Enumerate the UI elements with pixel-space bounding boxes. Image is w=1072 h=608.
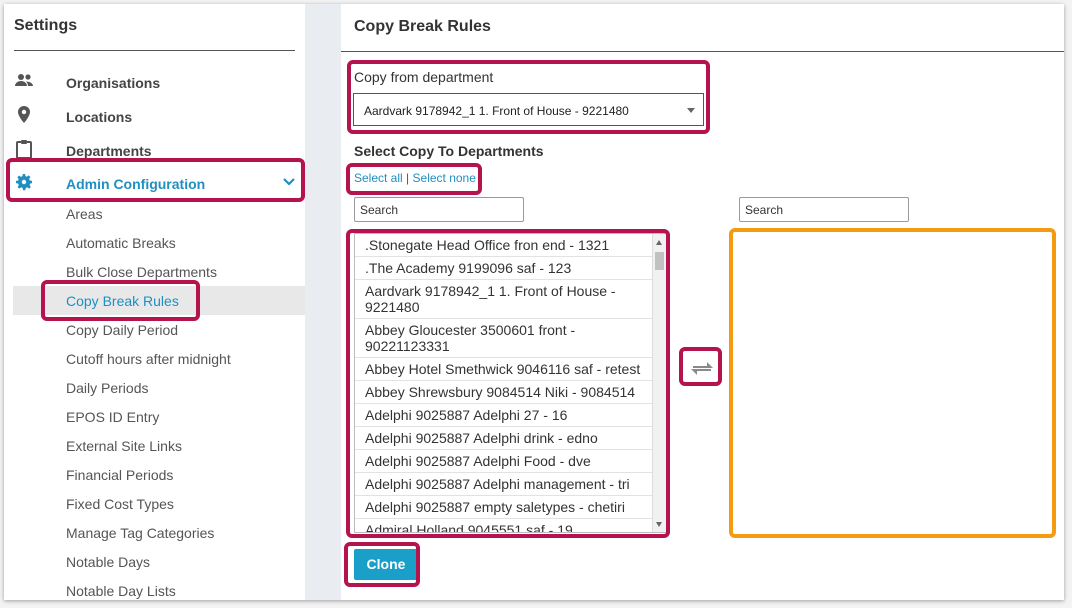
sidebar-subitem-label: EPOS ID Entry [66,409,160,425]
sidebar-title: Settings [14,17,78,34]
scroll-up-arrow-icon[interactable] [656,240,662,245]
sidebar-subitem-label: Notable Day Lists [66,583,176,599]
scroll-down-arrow-icon[interactable] [656,522,662,527]
list-item[interactable]: Adelphi 9025887 Adelphi management - tri [355,473,652,496]
list-item[interactable]: .The Academy 9199096 saf - 123 [355,257,652,280]
source-search-input[interactable] [355,198,523,221]
sidebar-subitem-cutoff-hours[interactable]: Cutoff hours after midnight [13,344,305,373]
sidebar-subitem-label: External Site Links [66,438,182,454]
target-search-field[interactable] [739,197,909,222]
gear-icon [16,174,32,191]
page-title: Copy Break Rules [354,18,491,35]
sidebar-item-label: Departments [66,143,152,159]
sidebar-subitem-daily-periods[interactable]: Daily Periods [13,373,305,402]
list-scrollbar[interactable] [652,234,666,532]
list-item[interactable]: Abbey Gloucester 3500601 front - 9022112… [355,319,652,358]
list-item[interactable]: Admiral Holland 9045551 saf - 19 [355,519,652,532]
divider [341,51,1064,52]
list-item[interactable]: Adelphi 9025887 Adelphi Food - dve [355,450,652,473]
sidebar-subitem-epos-id-entry[interactable]: EPOS ID Entry [13,402,305,431]
sidebar-subitem-label: Notable Days [66,554,151,570]
select-none-link[interactable]: Select none [413,171,476,185]
sidebar-subitem-label: Copy Daily Period [66,322,179,338]
sidebar-subitem-label: Areas [66,206,103,222]
clipboard-icon [16,140,32,159]
sidebar-item-label: Admin Configuration [66,176,206,192]
list-item[interactable]: Adelphi 9025887 Adelphi 27 - 16 [355,404,652,427]
sidebar-subitem-label: Financial Periods [66,467,174,483]
sidebar-item-departments[interactable]: Departments [4,135,305,165]
sidebar-subitem-label: Fixed Cost Types [66,496,174,512]
link-separator: | [406,171,410,185]
divider [14,50,295,51]
swap-arrows-icon [691,362,713,375]
list-item[interactable]: Abbey Shrewsbury 9084514 Niki - 9084514 [355,381,652,404]
scroll-thumb[interactable] [655,252,664,270]
sidebar-subitem-label: Automatic Breaks [66,235,176,251]
sidebar-item-label: Organisations [66,75,161,91]
sidebar-subitem-manage-tag-categories[interactable]: Manage Tag Categories [13,518,305,547]
copy-from-department-select[interactable]: Aardvark 9178942_1 1. Front of House - 9… [353,93,704,126]
sidebar-subitem-automatic-breaks[interactable]: Automatic Breaks [13,228,305,257]
list-item[interactable]: Adelphi 9025887 empty saletypes - chetir… [355,496,652,519]
sidebar-gutter [305,4,341,600]
main-content: Copy Break Rules Copy from department Aa… [341,4,1064,600]
list-content: .Stonegate Head Office fron end - 1321 .… [355,234,652,532]
select-links: Select all | Select none [354,171,476,185]
sidebar-subitem-label: Bulk Close Departments [66,264,217,280]
sidebar-subitem-notable-day-lists[interactable]: Notable Day Lists [13,576,305,600]
source-department-list[interactable]: .Stonegate Head Office fron end - 1321 .… [354,233,667,533]
sidebar-subitem-areas[interactable]: Areas [13,199,305,228]
list-item[interactable]: Abbey Hotel Smethwick 9046116 saf - rete… [355,358,652,381]
sidebar-item-admin-configuration[interactable]: Admin Configuration [4,168,305,198]
app-window: Settings Organisations Locations Departm… [4,4,1064,600]
copy-to-label: Select Copy To Departments [354,143,544,159]
sidebar-subitem-financial-periods[interactable]: Financial Periods [13,460,305,489]
sidebar-subitem-notable-days[interactable]: Notable Days [13,547,305,576]
select-all-link[interactable]: Select all [354,171,403,185]
chevron-down-icon[interactable] [281,174,297,190]
copy-from-label: Copy from department [354,69,494,85]
sidebar-item-label: Locations [66,109,133,125]
list-item[interactable]: Aardvark 9178942_1 1. Front of House - 9… [355,280,652,319]
people-icon [15,74,33,86]
sidebar-subitem-label: Daily Periods [66,380,149,396]
sidebar-subitem-external-site-links[interactable]: External Site Links [13,431,305,460]
target-department-list[interactable] [738,234,1056,534]
map-pin-icon [18,106,30,123]
select-value: Aardvark 9178942_1 1. Front of House - 9… [364,104,629,118]
list-item[interactable]: .Stonegate Head Office fron end - 1321 [355,234,652,257]
sidebar-subitem-fixed-cost-types[interactable]: Fixed Cost Types [13,489,305,518]
sidebar-item-organisations[interactable]: Organisations [4,67,305,97]
sidebar-subitem-copy-daily-period[interactable]: Copy Daily Period [13,315,305,344]
sidebar-subitem-copy-break-rules[interactable]: Copy Break Rules [13,286,305,315]
target-search-input[interactable] [740,198,908,221]
transfer-button[interactable] [685,355,719,383]
sidebar-item-locations[interactable]: Locations [4,101,305,131]
caret-down-icon [687,108,695,113]
sidebar: Settings Organisations Locations Departm… [4,4,305,600]
sidebar-subitem-label: Cutoff hours after midnight [66,351,231,367]
sidebar-subitem-label: Copy Break Rules [66,293,179,309]
source-search-field[interactable] [354,197,524,222]
sidebar-subitem-bulk-close-departments[interactable]: Bulk Close Departments [13,257,305,286]
sidebar-subitem-label: Manage Tag Categories [66,525,215,541]
clone-button[interactable]: Clone [354,549,418,580]
list-item[interactable]: Adelphi 9025887 Adelphi drink - edno [355,427,652,450]
